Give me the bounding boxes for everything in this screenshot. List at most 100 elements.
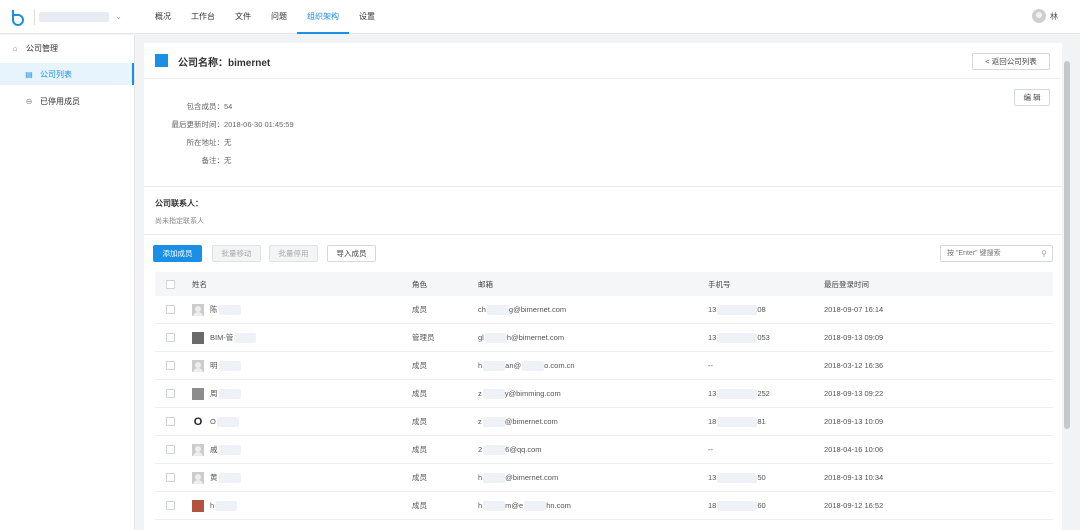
- row-checkbox[interactable]: [166, 492, 175, 519]
- table-row[interactable]: h 成员 h m@e hn.com 18 60 2018-09-12 16:52: [155, 492, 1053, 520]
- table-row[interactable]: 明 成员 h an@ o.com.cn -- 2018-03-12 16:36: [155, 352, 1053, 380]
- sidebar-item-disabled-members[interactable]: ⊖ 已停用成员: [0, 90, 134, 112]
- edit-button[interactable]: 编 辑: [1014, 89, 1050, 106]
- member-name: 明: [210, 361, 218, 370]
- redacted: [482, 388, 505, 399]
- sidebar-item-label: 已停用成员: [40, 96, 80, 106]
- company-info: 编 辑 包含成员：54 最后更新时间：2018-06-30 01:45:59 所…: [144, 79, 1062, 187]
- info-label: 所在地址：: [186, 138, 225, 147]
- redacted: [483, 500, 506, 511]
- member-last-login: 2018-09-13 09:22: [824, 389, 884, 398]
- project-selector[interactable]: ⌄: [34, 9, 126, 25]
- member-role: 管理员: [412, 333, 435, 342]
- add-member-button[interactable]: 添加成员: [153, 245, 202, 262]
- table-row[interactable]: 戚 成员 2 6@qq.com -- 2018-04-16 10:06: [155, 436, 1053, 464]
- table-row[interactable]: O O 成员 z @bimernet.com 18 81 2018-09-13 10:09: [155, 408, 1053, 436]
- email-part: h: [478, 473, 483, 482]
- company-detail-panel: 公司名称：bimernet < 返回公司列表 编 辑 包含成员：54 最后更新时…: [144, 43, 1062, 530]
- redacted: [216, 416, 239, 427]
- redacted: [483, 444, 506, 455]
- scrollbar[interactable]: [1062, 43, 1072, 530]
- search-icon[interactable]: ⚲: [1041, 249, 1047, 258]
- phone-part: 18: [708, 417, 717, 426]
- member-role: 成员: [412, 445, 427, 454]
- nav-overview[interactable]: 概况: [145, 0, 181, 34]
- email-part: o.com.cn: [544, 361, 575, 370]
- member-email: h @bimernet.com: [478, 464, 558, 491]
- member-last-login: 2018-04-16 10:06: [824, 445, 884, 454]
- sidebar: ⌂ 公司管理 ▤ 公司列表 ⊖ 已停用成员: [0, 35, 135, 530]
- phone-part: --: [708, 445, 713, 454]
- phone-part: 18: [708, 501, 717, 510]
- member-email: gl h@bimernet.com: [478, 324, 564, 351]
- row-checkbox[interactable]: [166, 352, 175, 379]
- member-name-cell: OO: [192, 408, 239, 435]
- select-all-checkbox[interactable]: [166, 272, 175, 296]
- redacted: [524, 500, 547, 511]
- member-role: 成员: [412, 361, 427, 370]
- column-role: 角色: [412, 279, 427, 289]
- row-checkbox[interactable]: [166, 436, 175, 463]
- home-icon: ⌂: [12, 43, 18, 53]
- nav-workbench[interactable]: 工作台: [181, 0, 225, 34]
- redacted: [218, 472, 241, 483]
- email-part: z: [478, 417, 482, 426]
- member-name-cell: 周: [192, 380, 241, 407]
- search-input[interactable]: [941, 246, 1031, 261]
- avatar: [192, 471, 204, 484]
- avatar: [192, 443, 204, 456]
- member-phone: 18 60: [708, 492, 766, 519]
- member-phone: 13 252: [708, 380, 770, 407]
- table-row[interactable]: 陈 成员 ch g@bimernet.com 13 08 2018-09-07 16:14: [155, 296, 1053, 324]
- email-part: an@: [505, 361, 522, 370]
- user-name: 林: [1050, 11, 1058, 21]
- member-name-cell: 戚: [192, 436, 241, 463]
- nav-settings[interactable]: 设置: [349, 0, 385, 34]
- redacted: [522, 360, 545, 371]
- batch-move-button[interactable]: 批量移动: [212, 245, 261, 262]
- chevron-down-icon: ⌄: [115, 12, 122, 21]
- email-part: 2: [478, 445, 483, 454]
- email-part: h: [478, 361, 483, 370]
- sidebar-item-company-list[interactable]: ▤ 公司列表: [0, 63, 134, 85]
- email-part: y@bimming.com: [504, 389, 561, 398]
- phone-part: 13: [708, 473, 717, 482]
- info-value: 54: [224, 102, 233, 111]
- column-email: 邮箱: [478, 279, 493, 289]
- row-checkbox[interactable]: [166, 296, 175, 323]
- email-part: hn.com: [546, 501, 571, 510]
- row-checkbox[interactable]: [166, 380, 175, 407]
- member-role: 成员: [412, 389, 427, 398]
- member-last-login: 2018-09-07 16:14: [824, 305, 884, 314]
- sidebar-item-company-management[interactable]: ⌂ 公司管理: [0, 37, 134, 59]
- redacted: [218, 360, 241, 371]
- email-part: @bimernet.com: [505, 473, 559, 482]
- member-name-cell: 黄: [192, 464, 241, 491]
- member-phone: 13 50: [708, 464, 766, 491]
- member-search[interactable]: ⚲: [940, 245, 1053, 262]
- back-to-list-button[interactable]: < 返回公司列表: [972, 53, 1050, 70]
- row-checkbox[interactable]: [166, 464, 175, 491]
- row-checkbox[interactable]: [166, 408, 175, 435]
- member-last-login: 2018-09-12 16:52: [824, 501, 884, 510]
- logo-icon[interactable]: [10, 8, 28, 26]
- table-row[interactable]: BIM-管 管理员 gl h@bimernet.com 13 053 2018-09-13 …: [155, 324, 1053, 352]
- import-members-button[interactable]: 导入成员: [327, 245, 376, 262]
- table-row[interactable]: 周 成员 z y@bimming.com 13 252 2018-09-13 09:22: [155, 380, 1053, 408]
- table-row[interactable]: 黄 成员 h @bimernet.com 13 50 2018-09-13 10:34: [155, 464, 1053, 492]
- redacted: [218, 304, 241, 315]
- nav-issues[interactable]: 问题: [261, 0, 297, 34]
- user-menu[interactable]: 林: [1032, 9, 1058, 23]
- title-row: 公司名称：bimernet < 返回公司列表: [144, 43, 1062, 79]
- nav-files[interactable]: 文件: [225, 0, 261, 34]
- avatar: [192, 331, 204, 344]
- row-checkbox[interactable]: [166, 324, 175, 351]
- redacted: [234, 332, 257, 343]
- info-member-count: 包含成员：54: [144, 101, 444, 112]
- email-part: g@bimernet.com: [508, 305, 567, 314]
- sidebar-item-label: 公司列表: [40, 69, 72, 79]
- email-part: ch: [478, 305, 486, 314]
- nav-organization[interactable]: 组织架构: [297, 0, 349, 34]
- batch-disable-button[interactable]: 批量停用: [269, 245, 318, 262]
- scrollbar-thumb[interactable]: [1064, 61, 1070, 429]
